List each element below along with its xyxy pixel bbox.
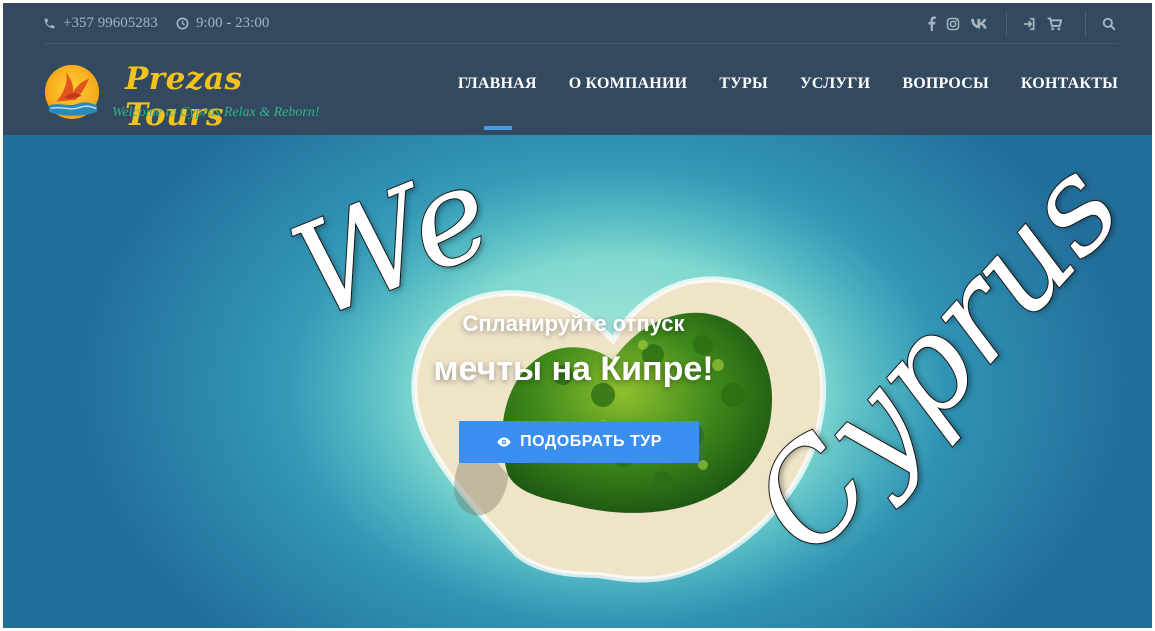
working-hours: 9:00 - 23:00 — [176, 15, 269, 32]
phoenix-logo-icon — [44, 64, 100, 120]
topbar-divider — [1085, 10, 1086, 37]
vk-icon[interactable] — [966, 13, 992, 35]
site-logo[interactable]: Prezas Tours Welcome to Cyprus Relax & R… — [43, 61, 333, 133]
hours-text: 9:00 - 23:00 — [196, 15, 270, 31]
nav-item-services[interactable]: УСЛУГИ — [800, 75, 870, 93]
nav-item-tours[interactable]: ТУРЫ — [719, 75, 768, 93]
logo-tagline: Welcome to Cyprus Relax & Reborn! — [112, 105, 320, 120]
instagram-icon[interactable] — [940, 13, 966, 35]
nav-item-contacts[interactable]: КОНТАКТЫ — [1021, 75, 1118, 93]
nav-item-faq[interactable]: ВОПРОСЫ — [902, 75, 989, 93]
top-bar: +357 99605283 9:00 - 23:00 — [43, 3, 1118, 44]
main-nav: ГЛАВНАЯ О КОМПАНИИ ТУРЫ УСЛУГИ ВОПРОСЫ К… — [458, 75, 1118, 130]
login-icon[interactable] — [1021, 13, 1037, 35]
hero-banner: We Cyprus Спланируйте отпуск мечты на Ки… — [3, 135, 1152, 628]
phone-number: +357 99605283 — [63, 15, 158, 31]
topbar-divider — [1006, 10, 1007, 37]
eye-icon — [497, 437, 511, 447]
logo-title: Prezas Tours — [125, 61, 243, 133]
cart-icon[interactable] — [1037, 13, 1071, 35]
facebook-icon[interactable] — [922, 13, 940, 35]
topbar-icons — [922, 3, 1118, 44]
clock-icon — [176, 17, 189, 30]
nav-item-about[interactable]: О КОМПАНИИ — [569, 75, 688, 93]
nav-item-home[interactable]: ГЛАВНАЯ — [458, 75, 537, 130]
hero-heading-line-1: Спланируйте отпуск — [462, 311, 685, 336]
phone-contact[interactable]: +357 99605283 — [43, 15, 158, 32]
search-icon[interactable] — [1100, 13, 1118, 35]
find-tour-label: ПОДОБРАТЬ ТУР — [520, 433, 662, 450]
phone-icon — [44, 18, 55, 29]
find-tour-button[interactable]: ПОДОБРАТЬ ТУР — [459, 421, 699, 463]
page-frame: +357 99605283 9:00 - 23:00 Prezas Tours … — [3, 3, 1152, 628]
site-header: +357 99605283 9:00 - 23:00 Prezas Tours … — [3, 3, 1152, 135]
hero-heading-line-2: мечты на Кипре! — [433, 350, 714, 388]
